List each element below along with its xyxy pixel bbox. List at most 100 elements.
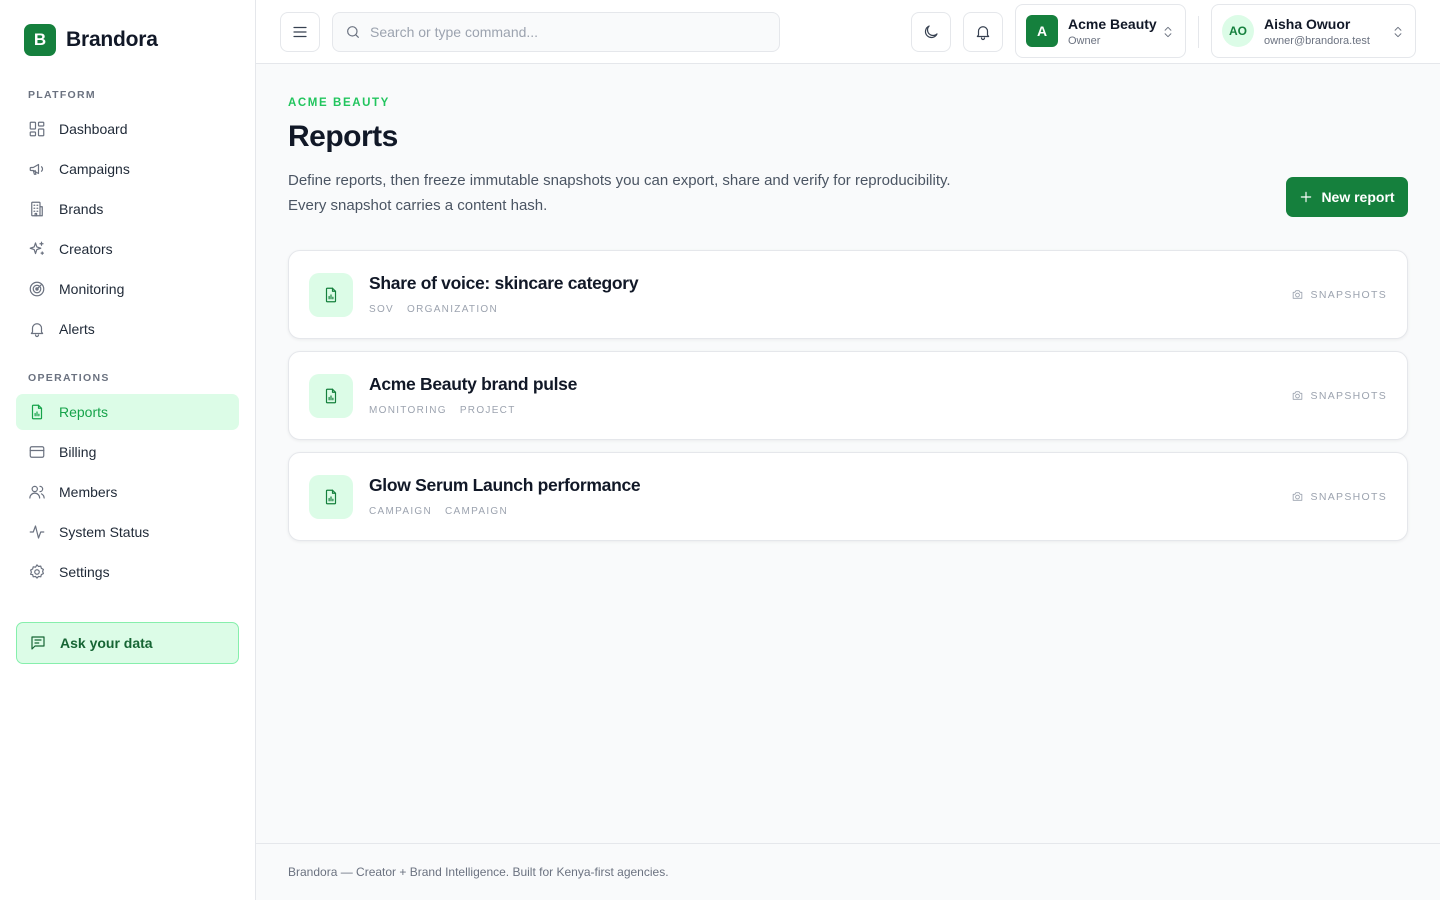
- theme-toggle-button[interactable]: [911, 12, 951, 52]
- report-title: Acme Beauty brand pulse: [369, 374, 578, 394]
- sidebar-item-label: Monitoring: [59, 281, 125, 297]
- brand[interactable]: B Brandora: [24, 24, 158, 56]
- building-icon: [31, 201, 43, 217]
- report-card-icon: [309, 475, 353, 519]
- user-name: Aisha Owuor: [1264, 15, 1351, 32]
- sidebar-item-label: Campaigns: [59, 161, 130, 177]
- chat-icon: [31, 636, 45, 650]
- report-card-icon: [309, 374, 353, 418]
- activity-icon: [29, 525, 45, 539]
- org-role: Owner: [1068, 34, 1101, 47]
- report-title: Glow Serum Launch performance: [369, 475, 641, 495]
- new-report-label: New report: [1321, 189, 1395, 205]
- sidebar-item-reports[interactable]: Reports: [16, 394, 239, 430]
- report-card[interactable]: Acme Beauty brand pulse MONITORING PROJE…: [288, 351, 1408, 440]
- sidebar-item-label: System Status: [59, 524, 150, 540]
- sidebar-item-dashboard[interactable]: Dashboard: [16, 111, 239, 147]
- page-title: Reports: [288, 120, 398, 153]
- sidebar-item-label: Billing: [59, 444, 97, 460]
- brand-name: Brandora: [66, 28, 158, 51]
- report-tag: CAMPAIGN: [445, 506, 508, 517]
- sidebar-item-label: Members: [59, 484, 118, 500]
- topbar: A Acme Beauty Owner AO Aisha Owuor owner…: [256, 0, 1440, 64]
- new-report-button[interactable]: New report: [1286, 177, 1408, 217]
- footer-text: Brandora — Creator + Brand Intelligence.…: [288, 865, 669, 879]
- report-tag: ORGANIZATION: [407, 304, 499, 315]
- nav-section-platform: PLATFORM: [28, 89, 96, 101]
- page-eyebrow: ACME BEAUTY: [288, 97, 390, 109]
- user-email: owner@brandora.test: [1264, 34, 1370, 47]
- org-name: Acme Beauty: [1068, 15, 1157, 32]
- camera-icon: [1292, 492, 1302, 501]
- snapshots-label: SNAPSHOTS: [1310, 389, 1387, 402]
- bell-icon: [30, 323, 44, 338]
- org-avatar: A: [1026, 15, 1058, 47]
- chevrons-up-down-icon: [1394, 26, 1402, 38]
- menu-toggle-button[interactable]: [280, 12, 320, 52]
- nav-section-operations: OPERATIONS: [28, 372, 110, 384]
- sidebar-item-settings[interactable]: Settings: [16, 554, 239, 590]
- sidebar-item-campaigns[interactable]: Campaigns: [16, 151, 239, 187]
- radar-icon: [29, 281, 45, 297]
- report-tag: SOV: [369, 304, 395, 315]
- sidebar-item-creators[interactable]: Creators: [16, 231, 239, 267]
- report-tags: SOV ORGANIZATION: [369, 304, 498, 315]
- page-description-line: Define reports, then freeze immutable sn…: [288, 172, 951, 189]
- report-title: Share of voice: skincare category: [369, 273, 639, 293]
- plus-icon: [1301, 191, 1312, 203]
- search-icon: [347, 26, 359, 38]
- sidebar-item-label: Settings: [59, 564, 110, 580]
- snapshots-link[interactable]: SNAPSHOTS: [1291, 288, 1387, 301]
- topbar-divider: [1198, 16, 1199, 48]
- report-card[interactable]: Share of voice: skincare category SOV OR…: [288, 250, 1408, 339]
- camera-icon: [1292, 391, 1302, 400]
- report-card-icon: [309, 273, 353, 317]
- snapshots-link[interactable]: SNAPSHOTS: [1291, 490, 1387, 503]
- report-tags: CAMPAIGN CAMPAIGN: [369, 506, 508, 517]
- report-card[interactable]: Glow Serum Launch performance CAMPAIGN C…: [288, 452, 1408, 541]
- sidebar-item-label: Creators: [59, 241, 113, 257]
- page-description-line: Every snapshot carries a content hash.: [288, 197, 548, 214]
- report-icon: [325, 388, 337, 404]
- report-icon: [325, 489, 337, 505]
- sidebar-item-system-status[interactable]: System Status: [16, 514, 239, 550]
- snapshots-link[interactable]: SNAPSHOTS: [1291, 389, 1387, 402]
- report-icon: [31, 404, 43, 420]
- notifications-button[interactable]: [963, 12, 1003, 52]
- brand-logo: B: [24, 24, 56, 56]
- sidebar-item-label: Dashboard: [59, 121, 128, 137]
- sidebar-item-label: Alerts: [59, 321, 95, 337]
- moon-icon: [924, 25, 938, 39]
- sidebar-item-label: Brands: [59, 201, 104, 217]
- report-tag: MONITORING: [369, 405, 447, 416]
- dashboard-icon: [29, 121, 45, 137]
- sidebar-item-label: Reports: [59, 404, 109, 420]
- sidebar: B Brandora PLATFORM Dashboard Campaigns …: [0, 0, 256, 900]
- avatar: AO: [1222, 15, 1254, 47]
- search-input[interactable]: [370, 24, 750, 40]
- report-tag: PROJECT: [459, 405, 516, 416]
- org-switcher[interactable]: A Acme Beauty Owner: [1015, 4, 1186, 58]
- menu-icon: [293, 26, 307, 38]
- report-tags: MONITORING PROJECT: [369, 405, 516, 416]
- sidebar-item-members[interactable]: Members: [16, 474, 239, 510]
- main-content: ACME BEAUTY Reports Define reports, then…: [256, 64, 1440, 844]
- camera-icon: [1292, 290, 1302, 299]
- users-icon: [29, 485, 45, 499]
- report-icon: [325, 287, 337, 303]
- search-bar[interactable]: [332, 12, 780, 52]
- sidebar-item-brands[interactable]: Brands: [16, 191, 239, 227]
- ask-your-data-button[interactable]: Ask your data: [16, 622, 239, 664]
- sparkles-icon: [29, 241, 44, 255]
- megaphone-icon: [29, 163, 44, 175]
- sidebar-item-alerts[interactable]: Alerts: [16, 311, 239, 347]
- snapshots-label: SNAPSHOTS: [1310, 490, 1387, 503]
- sidebar-item-billing[interactable]: Billing: [16, 434, 239, 470]
- page-description: Define reports, then freeze immutable sn…: [288, 168, 988, 218]
- user-menu[interactable]: AO Aisha Owuor owner@brandora.test: [1211, 4, 1416, 58]
- sidebar-item-monitoring[interactable]: Monitoring: [16, 271, 239, 307]
- ask-your-data-label: Ask your data: [60, 635, 153, 651]
- report-tag: CAMPAIGN: [369, 506, 432, 517]
- credit-card-icon: [29, 446, 45, 458]
- chevrons-up-down-icon: [1164, 26, 1172, 38]
